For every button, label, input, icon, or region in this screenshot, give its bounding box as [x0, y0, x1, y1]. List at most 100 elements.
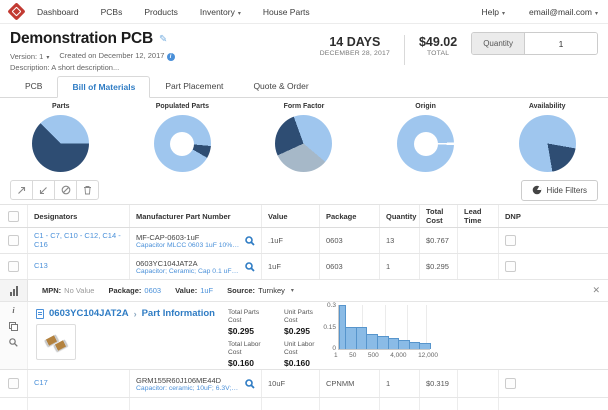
help-menu[interactable]: Help▾	[482, 7, 506, 17]
help-label: Help	[482, 7, 499, 17]
package-cell: 0603	[320, 254, 380, 279]
part-description-link[interactable]: Capacitor: ceramic; 10uF; 6.3V; X5R; ±20…	[136, 385, 240, 392]
pie-chart-populated-parts[interactable]	[154, 115, 211, 172]
divider	[404, 35, 405, 65]
column-header-total-cost[interactable]: Total Cost	[420, 205, 458, 227]
table-row-partial	[0, 398, 608, 410]
account-label: email@mail.com	[529, 7, 592, 17]
dnp-checkbox[interactable]	[505, 261, 516, 272]
chart-availability: Availability	[486, 101, 608, 176]
chart-title: Populated Parts	[122, 103, 244, 110]
breadcrumb-part-number[interactable]: 0603YC104JAT2A	[49, 308, 129, 319]
column-header-designators[interactable]: Designators	[28, 205, 130, 227]
total-cost-cell: $0.767	[420, 228, 458, 253]
edit-title-icon[interactable]: ✎	[159, 34, 167, 45]
nav-item-house-parts[interactable]: House Parts	[263, 7, 310, 17]
tab-quote-order[interactable]: Quote & Order	[238, 75, 323, 97]
hide-filters-button[interactable]: Hide Filters	[521, 180, 598, 201]
expand-rows-button[interactable]	[10, 180, 33, 200]
select-all-checkbox[interactable]	[8, 211, 19, 222]
filter-source[interactable]: Source: Turnkey ▾	[227, 286, 294, 295]
bom-filter-charts: Parts Populated Parts Form Factor Origin…	[0, 98, 608, 176]
info-icon[interactable]: i	[167, 53, 175, 61]
tab-bar: PCB Bill of Materials Part Placement Quo…	[0, 76, 608, 98]
nav-item-products[interactable]: Products	[144, 7, 178, 17]
column-header-dnp[interactable]: DNP	[499, 205, 608, 227]
expand-icon	[17, 186, 26, 195]
tab-pcb[interactable]: PCB	[10, 75, 57, 97]
breadcrumb-section[interactable]: Part Information	[142, 308, 215, 319]
cost-value: $0.295	[284, 326, 328, 336]
close-panel-icon[interactable]: ✕	[592, 285, 600, 296]
x-tick-label: 12,000	[418, 352, 438, 359]
column-header-quantity[interactable]: Quantity	[380, 205, 420, 227]
pie-chart-icon	[532, 185, 542, 195]
part-description-link[interactable]: Capacitor MLCC 0603 1uF 10% 25V	[136, 242, 240, 249]
row-checkbox[interactable]	[8, 235, 19, 246]
search-part-icon[interactable]	[245, 379, 255, 389]
search-tab-icon[interactable]	[9, 338, 18, 347]
row-checkbox[interactable]	[8, 261, 19, 272]
lead-time-cell	[458, 370, 499, 397]
nav-item-inventory[interactable]: Inventory▾	[200, 7, 241, 17]
pie-chart-parts[interactable]	[32, 115, 89, 172]
filter-package: Package: 0603	[108, 286, 161, 295]
tab-bill-of-materials[interactable]: Bill of Materials	[57, 76, 150, 98]
bar-chart-icon	[10, 286, 18, 296]
version-label: Version: 1	[10, 52, 43, 61]
part-thumbnail[interactable]	[36, 324, 76, 360]
delete-selected-button[interactable]	[76, 180, 99, 200]
quantity-cell: 13	[380, 228, 420, 253]
pie-chart-origin[interactable]	[397, 115, 454, 172]
bom-table-header: Designators Manufacturer Part Number Val…	[0, 204, 608, 228]
filter-package-value[interactable]: 0603	[144, 286, 161, 295]
page-header: Demonstration PCB ✎ Version: 1▾ Created …	[0, 24, 608, 76]
chevron-down-icon: ▾	[291, 287, 294, 294]
chart-view-button[interactable]	[0, 280, 28, 301]
filter-mpn-label: MPN:	[42, 286, 61, 295]
chart-title: Form Factor	[243, 103, 365, 110]
pie-chart-form-factor[interactable]	[275, 115, 332, 172]
lead-time-cell	[458, 254, 499, 279]
filter-value-value[interactable]: 1uF	[200, 286, 213, 295]
unit-labor-cost: Unit Labor Cost $0.160	[284, 341, 328, 368]
mpn-text: MF-CAP-0603-1uF	[136, 233, 199, 242]
table-row: C1 - C7, C10 - C12, C14 - C16 MF-CAP-060…	[0, 228, 608, 254]
nav-item-dashboard[interactable]: Dashboard	[37, 7, 79, 17]
designators-link[interactable]: C13	[34, 262, 48, 270]
chevron-right-icon: ›	[134, 309, 137, 319]
nav-item-pcbs[interactable]: PCBs	[101, 7, 123, 17]
chart-form-factor: Form Factor	[243, 101, 365, 176]
total-cost-cell: $0.295	[420, 254, 458, 279]
search-part-icon[interactable]	[245, 236, 255, 246]
part-detail-filter-bar: MPN: No Value Package: 0603 Value: 1uF S…	[0, 280, 608, 302]
account-menu[interactable]: email@mail.com▾	[529, 7, 598, 17]
info-tab-icon[interactable]: i	[12, 307, 14, 315]
x-tick-label: 50	[349, 352, 356, 359]
column-header-package[interactable]: Package	[320, 205, 380, 227]
detail-side-rail: i	[0, 302, 28, 369]
part-description-link[interactable]: Capacitor; Ceramic; Cap 0.1 uF; Tol 5%; …	[136, 268, 240, 275]
search-part-icon[interactable]	[245, 262, 255, 272]
designators-link[interactable]: C1 - C7, C10 - C12, C14 - C16	[34, 232, 123, 249]
version-dropdown[interactable]: Version: 1▾	[10, 52, 49, 61]
quantity-input[interactable]	[525, 33, 597, 54]
column-header-mpn[interactable]: Manufacturer Part Number	[130, 205, 262, 227]
dnp-selected-button[interactable]	[54, 180, 77, 200]
y-tick-label: 0	[332, 345, 336, 352]
row-checkbox[interactable]	[8, 378, 19, 389]
y-tick-label: 0.3	[327, 302, 336, 309]
column-header-value[interactable]: Value	[262, 205, 320, 227]
dnp-checkbox[interactable]	[505, 378, 516, 389]
tab-part-placement[interactable]: Part Placement	[150, 75, 238, 97]
dnp-checkbox[interactable]	[505, 235, 516, 246]
quantity-cell: 1	[380, 370, 420, 397]
copy-icon[interactable]	[9, 322, 18, 331]
collapse-rows-button[interactable]	[32, 180, 55, 200]
column-header-lead-time[interactable]: Lead Time	[458, 205, 499, 227]
designators-link[interactable]: C17	[34, 379, 48, 387]
pie-chart-availability[interactable]	[519, 115, 576, 172]
cost-label: Total Parts Cost	[228, 309, 272, 325]
brand-logo-icon[interactable]	[7, 2, 25, 20]
table-row: C13 0603YC104JAT2A Capacitor; Ceramic; C…	[0, 254, 608, 280]
